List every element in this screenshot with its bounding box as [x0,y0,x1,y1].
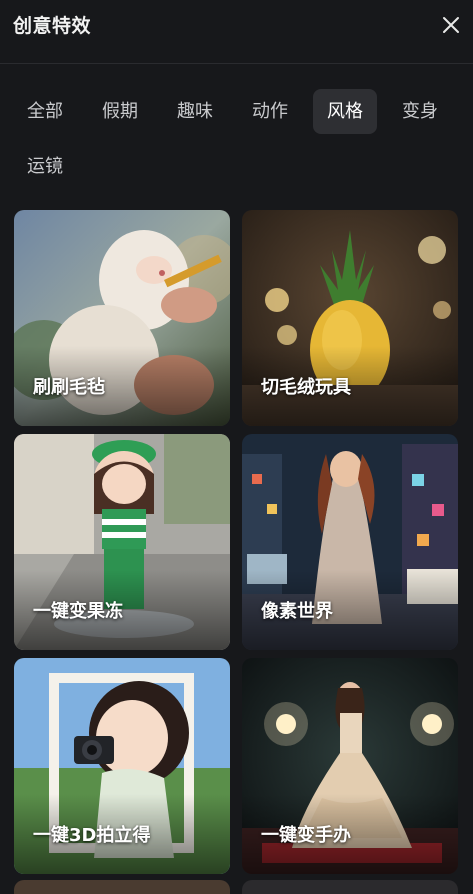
effect-card-3d-polaroid[interactable]: 一键3D拍立得 [14,658,230,874]
close-button[interactable] [438,12,464,38]
effect-card-pixel-world[interactable]: 像素世界 [242,434,458,650]
effect-card-next-row[interactable] [14,880,230,894]
tab-fun[interactable]: 趣味 [163,89,227,134]
tab-all[interactable]: 全部 [13,89,77,134]
effect-label: 一键3D拍立得 [33,825,151,846]
tab-camera-movement[interactable]: 运镜 [13,144,77,189]
tab-action[interactable]: 动作 [238,89,302,134]
panel-header: 创意特效 [0,0,473,64]
effect-label: 一键变手办 [261,825,351,846]
effect-card-figurine[interactable]: 一键变手办 [242,658,458,874]
panel-title: 创意特效 [13,15,92,37]
tab-holiday[interactable]: 假期 [88,89,152,134]
effect-label: 一键变果冻 [33,601,123,622]
effect-card-plush-cut[interactable]: 切毛绒玩具 [242,210,458,426]
effect-label: 像素世界 [261,601,333,622]
effect-card-felt-brush[interactable]: 刷刷毛毡 [14,210,230,426]
close-icon [443,17,459,33]
tab-transform[interactable]: 变身 [388,89,452,134]
effect-card-jelly[interactable]: 一键变果冻 [14,434,230,650]
effect-label: 切毛绒玩具 [261,377,351,398]
tab-style[interactable]: 风格 [313,89,377,134]
creative-effects-panel: 创意特效 全部 假期 趣味 动作 风格 变身 运镜 刷刷毛毡 切毛绒玩具 一键变… [0,0,473,894]
effect-card-next-row[interactable] [242,880,458,894]
effect-label: 刷刷毛毡 [33,377,105,398]
